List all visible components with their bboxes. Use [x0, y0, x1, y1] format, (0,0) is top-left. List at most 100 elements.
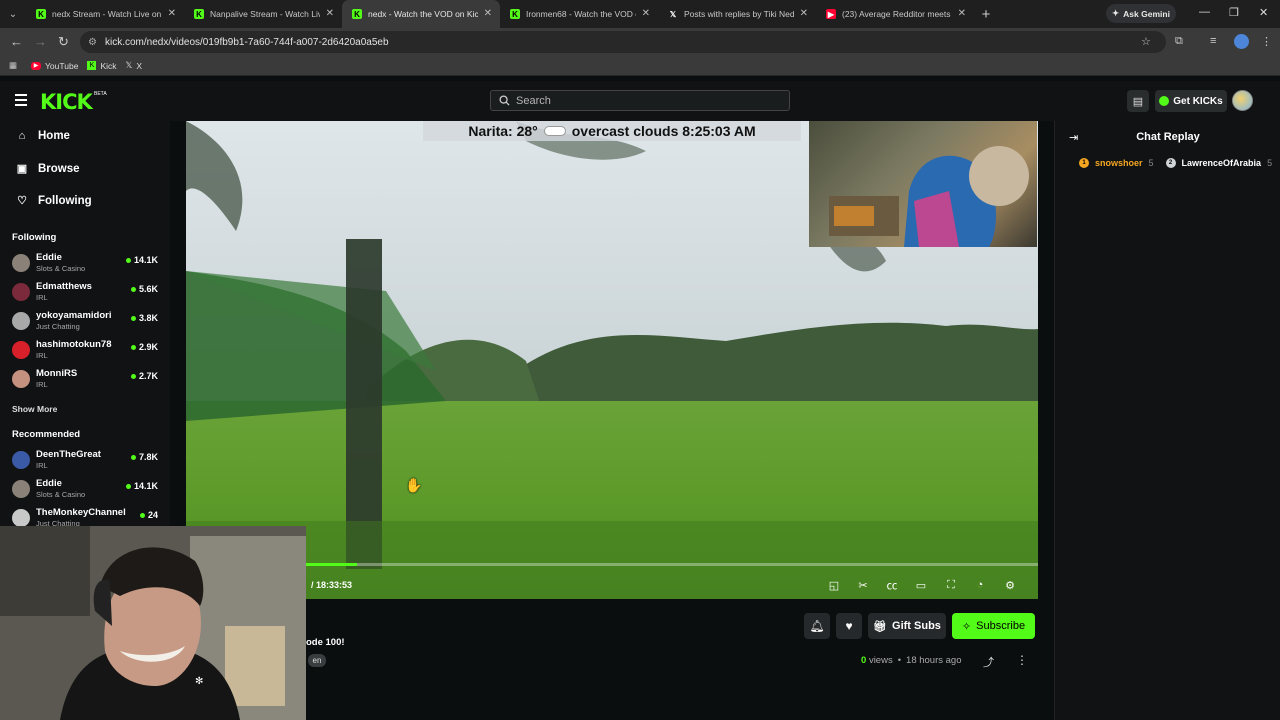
new-tab-button[interactable]: +: [974, 6, 998, 23]
url-text: kick.com/nedx/videos/019fb9b1-7a60-744f-…: [104, 36, 389, 48]
bookmark-label: X: [136, 60, 143, 71]
bookmark-kick[interactable]: K Kick: [87, 61, 117, 71]
close-tab-icon[interactable]: ✕: [958, 8, 966, 19]
video-progress-bar[interactable]: [306, 563, 1038, 566]
posted-time: 18 hours ago: [906, 655, 962, 666]
chat-count: 5: [1148, 158, 1154, 168]
drops-icon[interactable]: ▤: [1127, 90, 1149, 112]
fullscreen-icon[interactable]: ⛶: [944, 578, 958, 592]
chat-panel: ⇥ Chat Replay 1 snowshoer 5 2 LawrenceOf…: [1054, 121, 1280, 720]
sidebar-item-home[interactable]: ⌂ Home: [16, 130, 70, 142]
heart-icon: ♡: [17, 195, 27, 207]
close-tab-icon[interactable]: ✕: [168, 8, 176, 19]
forward-arrow-icon[interactable]: →: [34, 34, 47, 49]
search-input[interactable]: [516, 94, 776, 107]
sidebar-item-browse[interactable]: ▣ Browse: [16, 162, 80, 176]
kick-logo[interactable]: KICK: [40, 90, 93, 114]
viewer-count: 7.8K: [130, 452, 158, 462]
channel-item[interactable]: yokoyamamidori Just Chatting 3.8K: [12, 310, 162, 336]
chrome-profile-avatar[interactable]: [1234, 34, 1249, 49]
channel-category: Just Chatting: [36, 322, 80, 331]
settings-gear-icon[interactable]: ⚙: [1003, 578, 1017, 592]
following-section-title: Following: [12, 232, 57, 243]
browser-tab[interactable]: K nedx Stream - Watch Live on Ki ✕: [26, 0, 184, 28]
browse-icon: ▣: [16, 163, 28, 175]
captions-icon[interactable]: ㏄: [885, 578, 899, 592]
kick-favicon-icon: K: [36, 9, 46, 19]
tab-title: Posts with replies by Tiki NedX: [684, 9, 794, 19]
minimize-icon[interactable]: —: [1199, 6, 1210, 18]
channel-item[interactable]: MonniRS IRL 2.7K: [12, 368, 162, 394]
browser-tab[interactable]: ▶ (23) Average Redditor meets a ✕: [816, 0, 974, 28]
sub-badge-icon: 2: [1165, 158, 1176, 168]
follow-heart-button[interactable]: ♥: [836, 613, 862, 639]
channel-category: IRL: [36, 351, 48, 360]
channel-item[interactable]: hashimotokun78 IRL 2.9K: [12, 339, 162, 365]
views-label: views: [868, 655, 893, 666]
viewer-count: 3.8K: [130, 313, 158, 323]
youtube-favicon-icon: ▶: [826, 9, 836, 19]
live-dot-icon: [130, 344, 136, 350]
language-tag[interactable]: en: [308, 654, 326, 667]
channel-item[interactable]: DeenTheGreat IRL 7.8K: [12, 449, 162, 475]
channel-category: IRL: [36, 293, 48, 302]
subscribe-button[interactable]: ✧ Subscribe: [952, 613, 1035, 639]
apps-grid-icon[interactable]: ▦: [9, 60, 17, 71]
site-info-icon[interactable]: ⚙: [88, 37, 97, 48]
close-tab-icon[interactable]: ✕: [642, 8, 650, 19]
views-count: 0: [861, 655, 867, 666]
hamburger-menu-icon[interactable]: [15, 94, 27, 106]
reload-icon[interactable]: ↻: [58, 34, 69, 50]
channel-category: IRL: [36, 380, 48, 389]
browser-menu-icon[interactable]: ⋮: [1261, 35, 1272, 48]
browser-tab[interactable]: K Nanpalive Stream - Watch Live ✕: [184, 0, 342, 28]
chat-title: Chat Replay: [1136, 131, 1200, 143]
sidebar-item-following[interactable]: ♡ Following: [16, 194, 92, 208]
channel-item[interactable]: Eddie Slots & Casino 14.1K: [12, 478, 162, 504]
viewer-count: 14.1K: [125, 481, 158, 491]
playback-speed-icon[interactable]: ◔: [973, 578, 987, 592]
ask-gemini-button[interactable]: ✦ Ask Gemini: [1106, 4, 1176, 23]
vod-meta: 0 views • 18 hours ago: [861, 655, 962, 666]
browser-tab[interactable]: K Ironmen68 - Watch the VOD o ✕: [500, 0, 658, 28]
show-more-link[interactable]: Show More: [12, 404, 57, 414]
close-tab-icon[interactable]: ✕: [484, 8, 492, 19]
maximize-icon[interactable]: ❐: [1229, 6, 1239, 19]
search-box[interactable]: [490, 90, 790, 111]
get-kicks-button[interactable]: Get KICKs: [1155, 90, 1227, 112]
theater-mode-icon[interactable]: ▭: [914, 578, 928, 592]
close-window-icon[interactable]: ✕: [1259, 6, 1268, 19]
clip-icon[interactable]: ✂: [856, 578, 870, 592]
bookmark-youtube[interactable]: ▶ YouTube: [31, 61, 78, 71]
kick-icon: K: [87, 61, 97, 70]
share-icon[interactable]: ⤴: [983, 654, 994, 670]
streamer-camera-overlay: [809, 121, 1037, 247]
chat-username[interactable]: LawrenceOfArabia: [1182, 158, 1262, 168]
kick-favicon-icon: K: [510, 9, 520, 19]
viewer-count: 5.6K: [130, 284, 158, 294]
browser-tab-active[interactable]: K nedx - Watch the VOD on Kick ✕: [342, 0, 500, 28]
channel-item[interactable]: Eddie Slots & Casino 14.1K: [12, 252, 162, 278]
reading-list-icon[interactable]: ≡: [1210, 35, 1216, 47]
bookmark-x[interactable]: 𝕏 X: [126, 60, 143, 71]
tab-search-icon[interactable]: ⌄: [0, 0, 26, 28]
extensions-icon[interactable]: ⧉: [1175, 35, 1183, 48]
back-arrow-icon[interactable]: ←: [10, 34, 23, 49]
user-avatar[interactable]: [1232, 90, 1253, 111]
close-tab-icon[interactable]: ✕: [326, 8, 334, 19]
url-bar[interactable]: ⚙ kick.com/nedx/videos/019fb9b1-7a60-744…: [80, 31, 1166, 53]
kick-favicon-icon: K: [194, 9, 204, 19]
close-tab-icon[interactable]: ✕: [800, 8, 808, 19]
chat-count: 5: [1267, 158, 1273, 168]
bell-icon: 🔔︎: [809, 619, 825, 633]
more-options-icon[interactable]: ⋮: [1016, 653, 1028, 667]
browser-tab[interactable]: 𝕏 Posts with replies by Tiki NedX ✕: [658, 0, 816, 28]
channel-item[interactable]: Edmatthews IRL 5.6K: [12, 281, 162, 307]
gift-subs-button[interactable]: 🎁︎ Gift Subs: [868, 613, 946, 639]
miniplayer-icon[interactable]: ◱: [827, 578, 841, 592]
notification-bell-button[interactable]: 🔔︎: [804, 613, 830, 639]
avatar: [12, 480, 30, 498]
bookmark-star-icon[interactable]: ☆: [1141, 35, 1151, 48]
sidebar-item-label: Browse: [38, 162, 80, 175]
chat-username[interactable]: snowshoer: [1095, 158, 1143, 168]
